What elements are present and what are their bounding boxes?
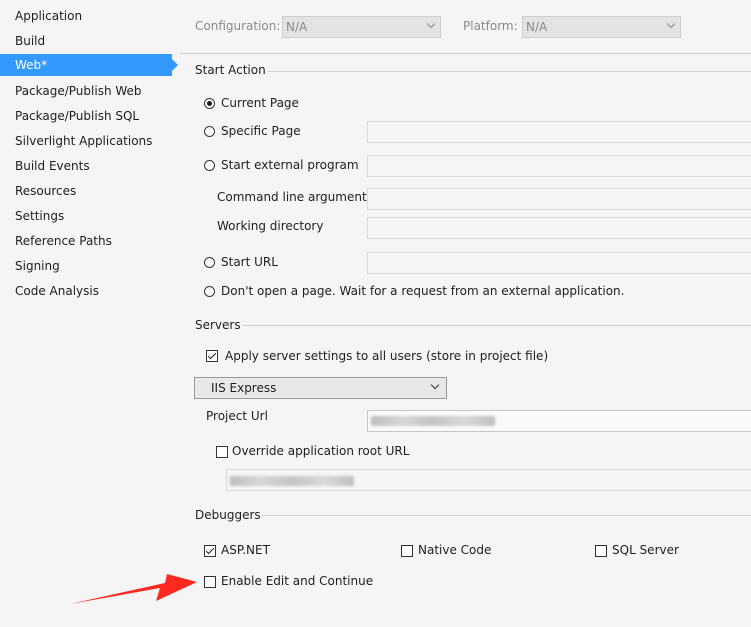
dont-open-page-radio[interactable] (204, 286, 215, 297)
dont-open-page-label[interactable]: Don't open a page. Wait for a request fr… (221, 284, 624, 298)
sidebar-item-package-publish-sql[interactable]: Package/Publish SQL (0, 105, 172, 127)
start-external-program-label[interactable]: Start external program (221, 158, 359, 172)
sidebar-item-silverlight-applications[interactable]: Silverlight Applications (0, 130, 172, 152)
specific-page-label[interactable]: Specific Page (221, 124, 301, 138)
current-page-label[interactable]: Current Page (221, 96, 299, 110)
override-root-label[interactable]: Override application root URL (232, 444, 409, 458)
aspnet-label[interactable]: ASP.NET (221, 543, 270, 557)
native-code-label[interactable]: Native Code (418, 543, 491, 557)
chevron-down-icon (426, 19, 436, 29)
platform-label: Platform: (463, 19, 518, 33)
working-directory-input[interactable] (367, 217, 751, 239)
start-action-divider (268, 71, 751, 72)
sidebar-item-package-publish-web[interactable]: Package/Publish Web (0, 80, 172, 102)
apply-server-settings-label[interactable]: Apply server settings to all users (stor… (225, 349, 548, 363)
project-url-input[interactable] (367, 410, 751, 432)
override-root-input[interactable] (226, 469, 751, 491)
current-page-radio[interactable] (204, 98, 215, 109)
specific-page-radio[interactable] (204, 126, 215, 137)
native-code-checkbox[interactable] (401, 545, 413, 557)
command-line-arguments-input[interactable] (367, 188, 751, 210)
configuration-label: Configuration: (195, 19, 281, 33)
sidebar-item-signing[interactable]: Signing (0, 255, 172, 277)
start-url-radio[interactable] (204, 257, 215, 268)
working-directory-label: Working directory (217, 219, 324, 233)
server-type-select[interactable]: IIS Express (194, 377, 447, 399)
blurred-project-url (371, 416, 495, 426)
project-url-label: Project Url (206, 409, 268, 423)
chevron-down-icon (666, 19, 676, 29)
configuration-select[interactable]: N/A (282, 16, 441, 38)
external-program-input[interactable] (367, 155, 751, 177)
start-url-label[interactable]: Start URL (221, 255, 278, 269)
start-url-input[interactable] (367, 252, 751, 274)
sidebar-item-application[interactable]: Application (0, 5, 172, 27)
platform-value: N/A (526, 20, 548, 34)
sql-server-checkbox[interactable] (595, 545, 607, 557)
sidebar-item-web[interactable]: Web* (0, 54, 178, 76)
top-divider (180, 53, 751, 54)
sql-server-label[interactable]: SQL Server (612, 543, 679, 557)
sidebar: Application Build Web* Package/Publish W… (0, 0, 178, 627)
override-root-checkbox[interactable] (216, 446, 228, 458)
sidebar-item-build-events[interactable]: Build Events (0, 155, 172, 177)
chevron-down-icon (430, 380, 440, 390)
sidebar-item-code-analysis[interactable]: Code Analysis (0, 280, 172, 302)
debuggers-title: Debuggers (195, 508, 261, 522)
server-type-value: IIS Express (211, 381, 277, 395)
edit-and-continue-label[interactable]: Enable Edit and Continue (221, 574, 373, 588)
platform-select[interactable]: N/A (522, 16, 681, 38)
specific-page-input[interactable] (367, 121, 751, 143)
sidebar-item-build[interactable]: Build (0, 30, 172, 52)
sidebar-item-resources[interactable]: Resources (0, 180, 172, 202)
aspnet-checkbox[interactable] (204, 545, 216, 557)
blurred-root-url (230, 476, 354, 486)
start-action-title: Start Action (195, 63, 266, 77)
servers-divider (243, 325, 751, 326)
sidebar-item-reference-paths[interactable]: Reference Paths (0, 230, 172, 252)
configuration-value: N/A (286, 20, 308, 34)
command-line-arguments-label: Command line arguments (217, 190, 373, 204)
servers-title: Servers (195, 318, 241, 332)
sidebar-item-settings[interactable]: Settings (0, 205, 172, 227)
debuggers-divider (262, 515, 751, 516)
edit-and-continue-checkbox[interactable] (204, 576, 216, 588)
start-external-program-radio[interactable] (204, 160, 215, 171)
apply-server-settings-checkbox[interactable] (206, 350, 218, 362)
